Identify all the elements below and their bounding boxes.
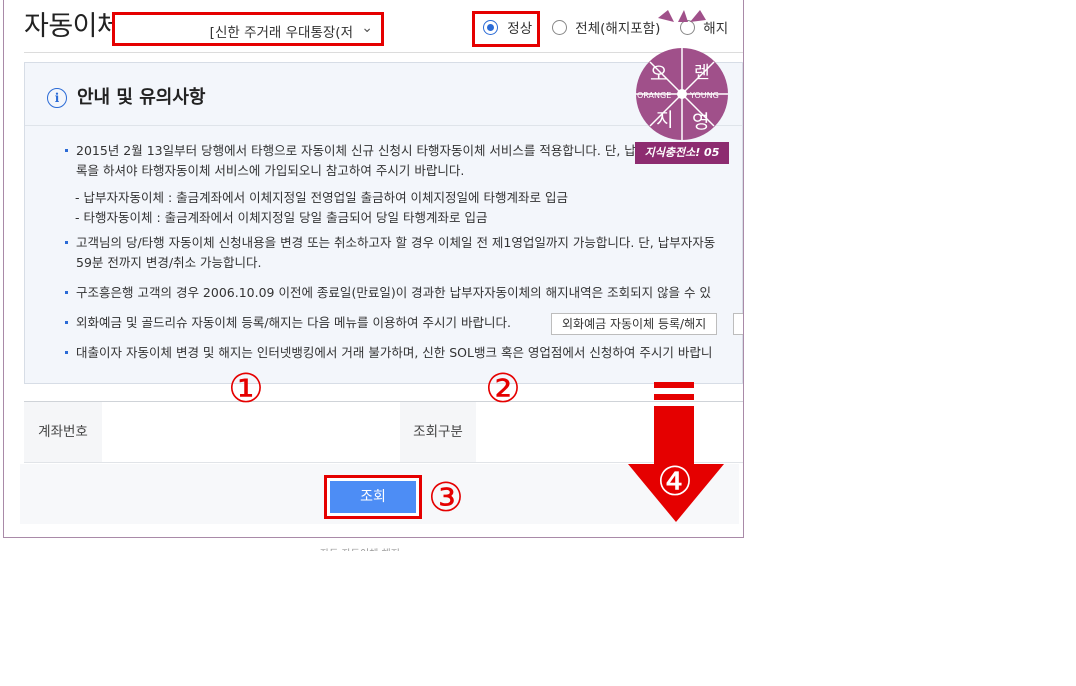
notice-item-3: 구조흥은행 고객의 경우 2006.10.09 이전에 종료일(만료일)이 경과… [65,283,711,303]
step-marker-3: ③ [428,475,464,521]
logo-number-right: 7 [696,33,704,47]
notice-item-4: 외화예금 및 골드리슈 자동이체 등록/해지는 다음 메뉴를 이용하여 주시기 … [65,313,511,333]
notice-item-text: 구조흥은행 고객의 경우 2006.10.09 이전에 종료일(만료일)이 경과… [76,285,712,300]
notice-heading-text: 안내 및 유의사항 [77,87,206,108]
logo-petal-2: 렌 [694,63,710,83]
step-marker-1: ① [228,366,264,412]
radio-all-icon[interactable] [552,20,567,35]
account-select[interactable]: [신한 주거래 우대통장(저 ⌄ [112,12,384,46]
info-icon: i [47,88,67,108]
bullet-icon [65,290,68,294]
notice-item-text: 외화예금 및 골드리슈 자동이체 등록/해지는 다음 메뉴를 이용하여 주시기 … [76,315,511,330]
foreign-currency-transfer-button[interactable]: 외화예금 자동이체 등록/해지 [551,313,718,335]
account-label: 계좌번호 [24,402,102,462]
notice-subitem-1: - 납부자자동이체 : 출금계좌에서 이체지정일 전영업일 출금하여 이체지정일… [75,190,568,205]
notice-item-2-cont: 59분 전까지 변경/취소 가능합니다. [76,255,262,270]
logo-brand-left: ORANGE [637,91,671,100]
notice-item-1: 2015년 2월 13일부터 당행에서 타행으로 자동이체 신규 신청시 타행자… [65,141,670,161]
step-marker-4: ④ [657,459,693,505]
radio-normal-icon[interactable] [483,20,498,35]
notice-item-1-cont: 록을 하셔야 타행자동이체 서비스에 가입되오니 참고하여 주시기 바랍니다. [76,163,465,178]
notice-item-2: 고객님의 당/타행 자동이체 신청내용을 변경 또는 취소하고자 할 경우 이체… [65,233,715,253]
radio-normal-label: 정상 [507,21,533,37]
radio-normal[interactable]: 정상 [472,11,540,47]
notice-subitem-2: - 타행자동이체 : 출금계좌에서 이체지정일 당일 출금되어 당일 타행계좌로… [75,210,488,225]
search-button[interactable]: 조회 [324,475,422,519]
bullet-icon [65,320,68,324]
gold-rich-transfer-button[interactable]: 골 [733,313,743,335]
notice-heading: i 안내 및 유의사항 [47,83,205,109]
logo-number-left: 3 [661,31,669,45]
query-type-label: 조회구분 [400,402,476,462]
logo-petal-1: 오 [650,63,667,85]
notice-item-5: 대출이자 자동이체 변경 및 해지는 인터넷뱅킹에서 거래 불가하며, 신한 S… [65,343,712,363]
notice-item-text: 2015년 2월 13일부터 당행에서 타행으로 자동이체 신규 신청시 타행자… [76,143,671,158]
logo-petal-3: 지 [656,109,673,131]
bullet-icon [65,148,68,152]
notice-item-text: 대출이자 자동이체 변경 및 해지는 인터넷뱅킹에서 거래 불가하며, 신한 S… [76,345,713,360]
logo-brand-right: YOUNG [689,91,719,100]
bullet-icon [65,350,68,354]
search-button-label: 조회 [330,481,416,513]
account-select-value: [신한 주거래 우대통장(저 [209,25,353,41]
logo-petal-4: 영 [692,111,709,133]
image-caption: 자동 자동이체 해지 [320,545,400,551]
bullet-icon [65,240,68,244]
logo-banner: 지식충전소! 05 [635,142,729,164]
step-marker-2: ② [485,366,521,412]
notice-item-text: 고객님의 당/타행 자동이체 신청내용을 변경 또는 취소하고자 할 경우 이체… [76,235,716,250]
chevron-down-icon: ⌄ [361,20,373,36]
